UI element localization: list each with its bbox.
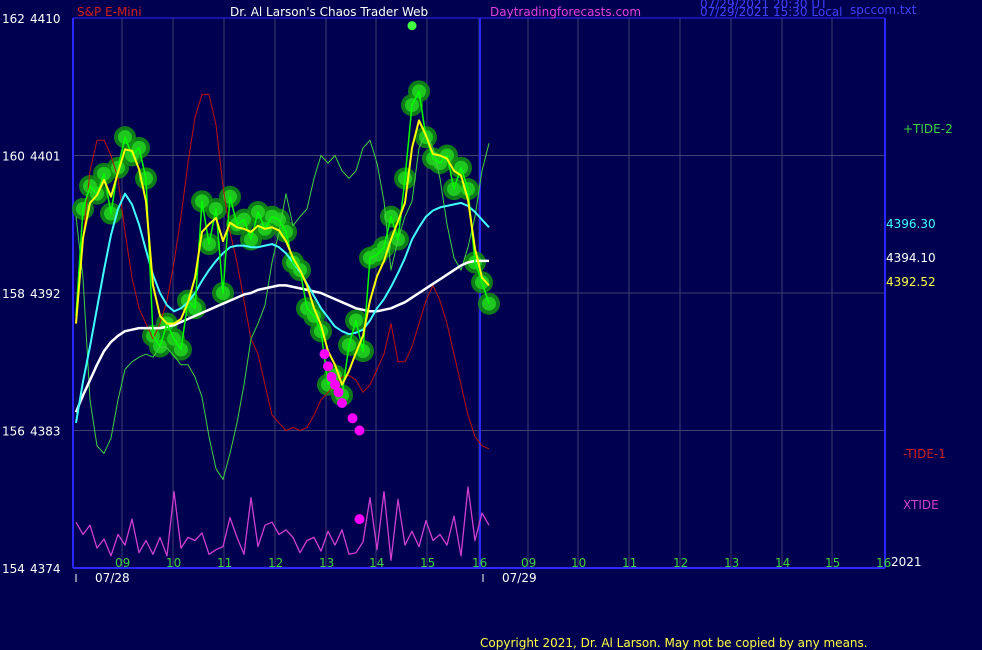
chart-title: Dr. Al Larson's Chaos Trader Web bbox=[230, 5, 428, 19]
x-hour-label: 16 bbox=[472, 556, 487, 570]
data-file-name: spccom.txt bbox=[850, 3, 917, 17]
site-link[interactable]: Daytradingforecasts.com bbox=[490, 5, 641, 19]
symbol-label: S&P E-Mini bbox=[77, 5, 142, 19]
chart-background bbox=[0, 0, 982, 650]
x-hour-label: 12 bbox=[673, 556, 688, 570]
y-tick-price-label: 4383 bbox=[30, 425, 61, 439]
signal-marker-dot bbox=[407, 21, 417, 31]
x-hour-label: 11 bbox=[622, 556, 637, 570]
y-tick-small-label: 160 bbox=[2, 150, 25, 164]
copyright-text: Copyright 2021, Dr. Al Larson. May not b… bbox=[480, 636, 868, 650]
signal-marker-dot bbox=[337, 398, 347, 408]
x-hour-label: 14 bbox=[369, 556, 384, 570]
x-date-label: 07/28 bbox=[95, 571, 130, 585]
y-tick-small-label: 154 bbox=[2, 562, 25, 576]
signal-marker-dot bbox=[354, 425, 365, 436]
xtide-label: XTIDE bbox=[903, 498, 939, 512]
y-tick-price-label: 4410 bbox=[30, 12, 61, 26]
x-hour-label: 15 bbox=[825, 556, 840, 570]
y-tick-price-label: 4392 bbox=[30, 287, 61, 301]
mid-ma-value-label: 4396.30 bbox=[886, 217, 936, 231]
year-label: 2021 bbox=[891, 555, 922, 569]
tide-plus-label: +TIDE-2 bbox=[903, 122, 953, 136]
x-hour-label: 14 bbox=[775, 556, 790, 570]
x-hour-label: 09 bbox=[115, 556, 130, 570]
x-hour-label: 13 bbox=[724, 556, 739, 570]
x-date-label: 07/29 bbox=[502, 571, 537, 585]
timestamp-local: 07/29/2021 15:30 Local bbox=[700, 5, 842, 19]
chaos-trader-chart: S&P E-Mini Dr. Al Larson's Chaos Trader … bbox=[0, 0, 982, 650]
signal-marker-dot bbox=[333, 387, 344, 398]
x-hour-label: 12 bbox=[268, 556, 283, 570]
slow-ma-value-label: 4394.10 bbox=[886, 251, 936, 265]
fast-ma-value-label: 4392.52 bbox=[886, 275, 936, 289]
y-tick-price-label: 4401 bbox=[30, 150, 61, 164]
signal-marker-dot bbox=[347, 413, 358, 424]
y-tick-small-label: 158 bbox=[2, 287, 25, 301]
y-tick-small-label: 162 bbox=[2, 12, 25, 26]
x-hour-label: 16 bbox=[876, 556, 891, 570]
y-tick-price-label: 4374 bbox=[30, 562, 61, 576]
x-hour-label: 10 bbox=[166, 556, 181, 570]
x-hour-label: 09 bbox=[521, 556, 536, 570]
tide-minus-label: -TIDE-1 bbox=[903, 447, 946, 461]
signal-marker-dot bbox=[319, 349, 330, 360]
x-hour-label: 13 bbox=[319, 556, 334, 570]
signal-marker-dot bbox=[354, 514, 365, 525]
y-tick-small-label: 156 bbox=[2, 425, 25, 439]
x-hour-label: 11 bbox=[217, 556, 232, 570]
x-hour-label: 10 bbox=[571, 556, 586, 570]
signal-marker-dot bbox=[323, 361, 333, 372]
x-hour-label: 15 bbox=[420, 556, 435, 570]
